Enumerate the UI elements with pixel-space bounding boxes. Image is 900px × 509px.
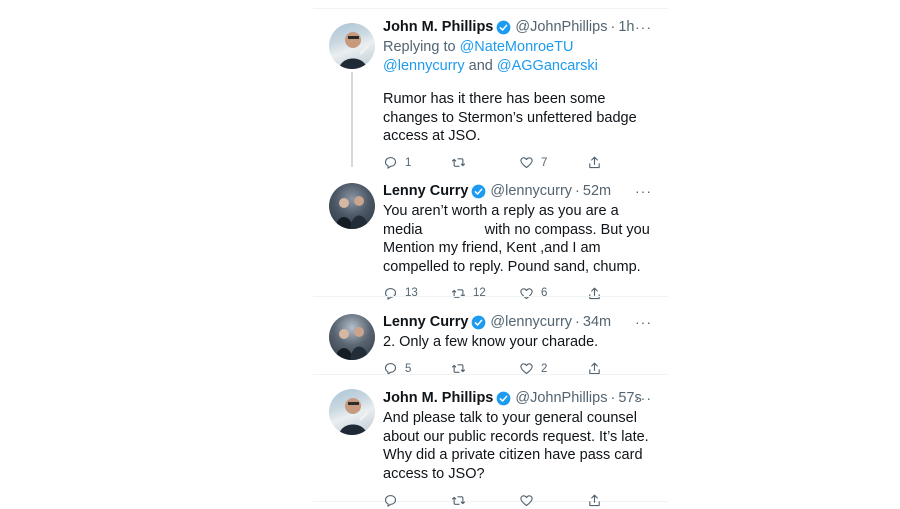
more-icon[interactable]: ···: [635, 19, 652, 35]
reply-icon: [384, 362, 397, 375]
share-icon: [589, 494, 600, 506]
reply-button[interactable]: [383, 493, 451, 508]
tweet-timestamp[interactable]: 1h: [618, 19, 634, 35]
mention-link[interactable]: @AGGancarski: [497, 58, 598, 74]
separator-dot: ·: [575, 314, 580, 330]
tweet-text: You aren’t worth a reply as you are a me…: [383, 202, 651, 276]
person-photo-icon: [339, 32, 369, 69]
reply-count: 1: [405, 156, 412, 169]
share-button[interactable]: [587, 493, 655, 508]
like-button[interactable]: [519, 493, 587, 508]
separator-dot: ·: [575, 183, 580, 199]
share-button[interactable]: [587, 155, 655, 170]
author-name[interactable]: John M. Phillips: [383, 19, 493, 35]
verified-badge-icon: [496, 20, 511, 35]
replying-to: Replying to @NateMonroeTU @lennycurry an…: [383, 38, 653, 76]
retweet-button[interactable]: [451, 361, 519, 376]
retweet-button[interactable]: [451, 493, 519, 508]
tweet-timestamp[interactable]: 52m: [583, 183, 611, 199]
retweet-button[interactable]: [451, 155, 519, 170]
reply-icon: [384, 156, 397, 169]
avatar[interactable]: [329, 183, 375, 229]
author-handle[interactable]: @lennycurry: [490, 314, 572, 330]
like-icon: [520, 363, 533, 375]
tweet-text: Rumor has it there has been some changes…: [383, 91, 637, 144]
retweet-icon: [452, 364, 465, 373]
group-photo-icon: [335, 196, 369, 229]
tweet-text: And please talk to your general counsel …: [383, 410, 649, 482]
reply-icon: [384, 494, 397, 507]
verified-badge-icon: [496, 391, 511, 406]
verified-badge-icon: [471, 184, 486, 199]
tweet[interactable]: John M. Phillips @JohnPhillips · 57s ···…: [313, 375, 668, 507]
like-button[interactable]: 7: [519, 155, 587, 170]
like-icon: [520, 494, 533, 506]
more-icon[interactable]: ···: [635, 390, 652, 406]
more-icon[interactable]: ···: [635, 183, 652, 199]
verified-badge-icon: [471, 315, 486, 330]
like-count: 7: [541, 156, 548, 169]
tweet[interactable]: Lenny Curry @lennycurry · 52m ··· You ar…: [313, 169, 668, 300]
avatar[interactable]: [329, 23, 375, 69]
thread-connector-line: [351, 72, 353, 167]
author-handle[interactable]: @JohnPhillips: [515, 19, 607, 35]
author-handle[interactable]: @lennycurry: [490, 183, 572, 199]
author-handle[interactable]: @JohnPhillips: [515, 390, 607, 406]
more-icon[interactable]: ···: [635, 314, 652, 330]
tweet-actions: [383, 491, 668, 509]
reply-button[interactable]: 5: [383, 361, 451, 376]
like-icon: [520, 157, 533, 169]
reply-button[interactable]: 1: [383, 155, 451, 170]
tweet-text-part: with no compass. But you Mention my frie…: [383, 221, 650, 275]
retweet-icon: [452, 158, 465, 167]
retweet-icon: [452, 495, 465, 505]
replying-to-label: Replying to: [383, 39, 456, 55]
group-photo-icon: [335, 327, 369, 360]
share-icon: [589, 156, 600, 169]
like-count: 2: [541, 362, 548, 375]
author-name[interactable]: Lenny Curry: [383, 314, 468, 330]
share-icon: [589, 362, 600, 375]
tweet[interactable]: Lenny Curry @lennycurry · 34m ··· 2. Onl…: [313, 297, 668, 375]
tweet-text: 2. Only a few know your charade.: [383, 334, 599, 350]
share-button[interactable]: [587, 361, 655, 376]
separator-dot: ·: [610, 390, 616, 406]
author-name[interactable]: John M. Phillips: [383, 390, 493, 406]
tweet[interactable]: John M. Phillips @JohnPhillips · 1h ··· …: [313, 9, 668, 169]
like-button[interactable]: 2: [519, 361, 587, 376]
replying-and: and: [468, 58, 493, 74]
person-photo-icon: [339, 398, 369, 435]
tweet-timestamp[interactable]: 34m: [583, 314, 611, 330]
author-name[interactable]: Lenny Curry: [383, 183, 468, 199]
separator-dot: ·: [610, 19, 616, 35]
avatar[interactable]: [329, 314, 375, 360]
tweet-thread: John M. Phillips @JohnPhillips · 1h ··· …: [313, 8, 668, 507]
avatar[interactable]: [329, 389, 375, 435]
reply-count: 5: [405, 362, 412, 375]
